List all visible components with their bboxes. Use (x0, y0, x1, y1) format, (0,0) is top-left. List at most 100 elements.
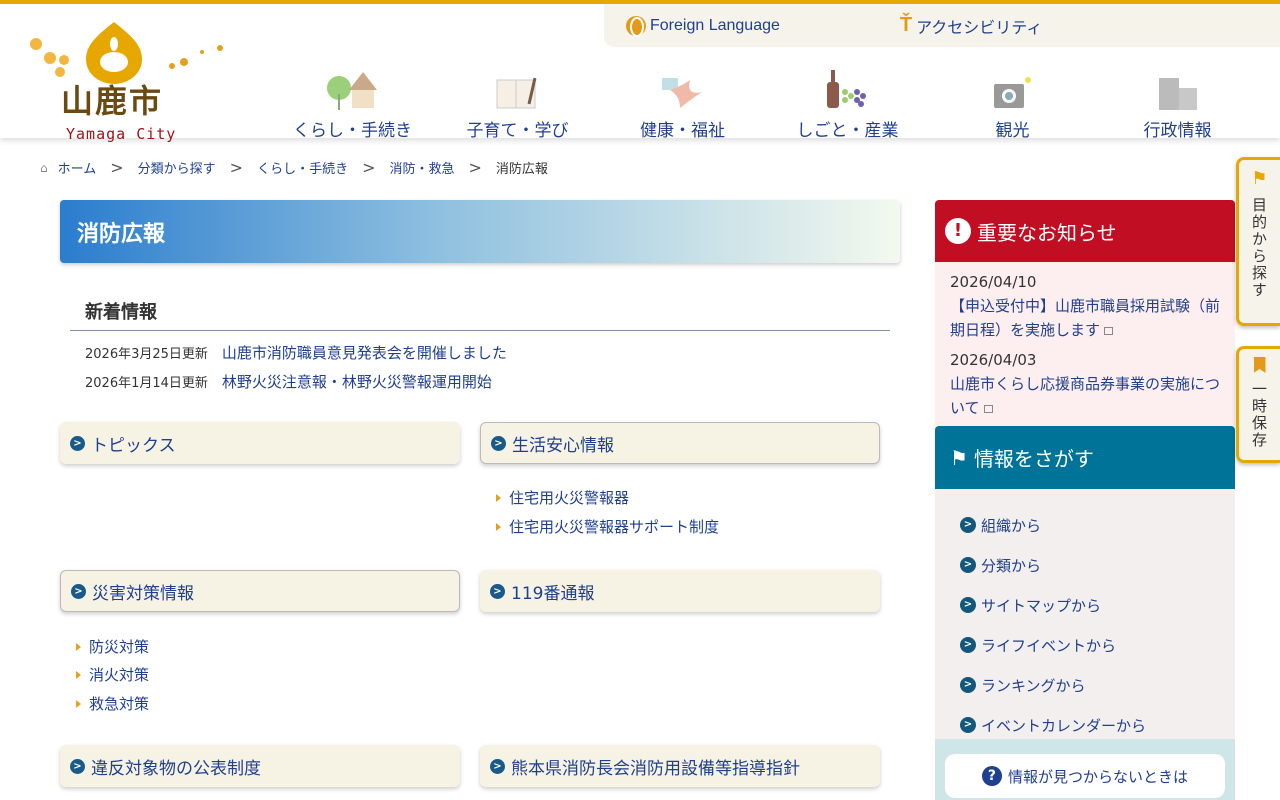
tab-label: 目的から探す (1250, 197, 1268, 299)
nav-kanko[interactable]: 観光 (930, 66, 1095, 141)
notice-link[interactable]: 山鹿市くらし応援商品券事業の実施について (950, 375, 1220, 417)
chevron-right-icon: > (960, 717, 976, 733)
important-notice-header: ! 重要なお知らせ (935, 200, 1235, 262)
logo-english: Yamaga City (66, 125, 177, 143)
find-by-organization[interactable]: > 組織から (935, 505, 1235, 545)
link-shoka[interactable]: 消火対策 (76, 664, 149, 685)
home-icon: ⌂ (40, 160, 48, 175)
section-ihan-kohyo[interactable]: > 違反対象物の公表制度 (60, 745, 460, 787)
important-notice-list: 2026/04/10 【申込受付中】山鹿市職員採用試験（前期日程）を実施します … (935, 262, 1235, 426)
nav-kurashi[interactable]: くらし・手続き (270, 66, 435, 141)
foreign-language-link[interactable]: Foreign Language (626, 15, 780, 37)
nav-kenko[interactable]: 健康・福祉 (600, 66, 765, 141)
find-info-header: ⚑ 情報をさがす (935, 426, 1235, 489)
notice-date: 2026/04/03 (950, 351, 1037, 369)
chevron-right-icon: > (71, 583, 86, 599)
nav-kosodate[interactable]: 子育て・学び (435, 66, 600, 141)
chevron-right-icon: > (491, 435, 506, 451)
triangle-bullet-icon (496, 493, 501, 502)
nav-shigoto[interactable]: しごと・産業 (765, 66, 930, 141)
find-label: ランキングから (981, 676, 1086, 695)
breadcrumb-shobo[interactable]: 消防・救急 (390, 158, 455, 177)
breadcrumb-home[interactable]: ホーム (58, 158, 97, 177)
nav-label: 観光 (995, 121, 1030, 141)
exclamation-icon: ! (945, 218, 971, 244)
link-label: 救急対策 (89, 695, 150, 713)
section-seikatsu-anshin[interactable]: > 生活安心情報 (480, 422, 880, 464)
page-title: 消防広報 (60, 200, 900, 263)
nav-gyosei[interactable]: 行政情報 (1095, 66, 1260, 141)
section-shidou-shishin[interactable]: > 熊本県消防長会消防用設備等指導指針 (480, 745, 880, 787)
breadcrumb-kurashi[interactable]: くらし・手続き (257, 158, 348, 177)
news-link[interactable]: 山鹿市消防職員意見発表会を開催しました (222, 342, 507, 363)
find-by-ranking[interactable]: > ランキングから (935, 665, 1235, 705)
nav-label: 子育て・学び (466, 121, 569, 141)
link-bosai[interactable]: 防災対策 (76, 636, 149, 657)
not-found-label: 情報が見つからないときは (1007, 767, 1188, 786)
site-header: 山鹿市 Yamaga City Foreign Language Ť アクセシビリ… (0, 4, 1280, 143)
nav-label: くらし・手続き (293, 121, 412, 141)
chevron-right-icon: > (960, 637, 976, 653)
news-date: 2026年1月14日更新 (85, 376, 208, 391)
nav-label: しごと・産業 (796, 121, 899, 141)
breadcrumb: ⌂ ホーム > 分類から探す > くらし・手続き > 消防・救急 > 消防広報 (40, 158, 548, 177)
breadcrumb-category[interactable]: 分類から探す (138, 158, 216, 177)
logo-text: 山鹿市 (61, 82, 164, 120)
link-kyukyu[interactable]: 救急対策 (76, 693, 149, 714)
link-label: 防災対策 (89, 638, 150, 656)
link-jutaku-keihoki[interactable]: 住宅用火災警報器 (496, 487, 629, 508)
find-info-list: > 組織から > 分類から > サイトマップから > ライフイベントから > ランキングか… (935, 489, 1235, 739)
flag-icon: ⚑ (1251, 168, 1268, 189)
link-label: 住宅用火災警報器サポート制度 (509, 518, 720, 536)
chevron-right-icon: > (960, 557, 976, 573)
section-saigai-taisaku[interactable]: > 災害対策情報 (60, 570, 460, 612)
main-nav: くらし・手続き 子育て・学び 健康・福祉 しごと・産業 観光 行政情報 (270, 66, 1260, 141)
find-heading: 情報をさがす (973, 447, 1094, 471)
link-label: 消火対策 (89, 666, 150, 684)
nav-label: 健康・福祉 (640, 121, 725, 141)
not-found-button[interactable]: ? 情報が見つからないときは (945, 754, 1225, 798)
triangle-bullet-icon (76, 642, 81, 651)
news-heading: 新着情報 (70, 298, 890, 331)
find-label: ライフイベントから (981, 636, 1117, 655)
chevron-right-icon: > (70, 435, 85, 451)
section-title: 119番通報 (511, 583, 595, 604)
section-title: 生活安心情報 (512, 435, 614, 456)
accessibility-link[interactable]: Ť アクセシビリティ (900, 14, 1042, 38)
chevron-right-icon: > (490, 758, 505, 774)
external-window-icon (1104, 327, 1114, 335)
globe-icon (626, 15, 646, 37)
bottle-grapes-icon (765, 66, 930, 110)
foreign-language-label: Foreign Language (650, 16, 780, 34)
triangle-bullet-icon (496, 522, 501, 531)
section-topics[interactable]: > トピックス (60, 422, 460, 464)
notice-link[interactable]: 【申込受付中】山鹿市職員採用試験（前期日程）を実施します (950, 297, 1220, 339)
news-link[interactable]: 林野火災注意報・林野火災警報運用開始 (222, 371, 492, 392)
flag-icon: ⚑ (950, 445, 968, 470)
purpose-search-tab[interactable]: ⚑ 目的から探す (1236, 157, 1280, 326)
chevron-right-icon: > (70, 758, 85, 774)
find-by-category[interactable]: > 分類から (935, 545, 1235, 585)
find-by-sitemap[interactable]: > サイトマップから (935, 585, 1235, 625)
link-keihoki-support[interactable]: 住宅用火災警報器サポート制度 (496, 516, 719, 537)
question-icon: ? (981, 766, 1002, 786)
chevron-right-icon: > (960, 597, 976, 613)
section-title: 災害対策情報 (92, 583, 194, 604)
breadcrumb-separator: > (229, 158, 244, 177)
bird-letter-icon (600, 66, 765, 110)
news-date: 2026年3月25日更新 (85, 347, 208, 362)
find-by-life-event[interactable]: > ライフイベントから (935, 625, 1235, 665)
house-tree-icon (270, 66, 435, 110)
news-item: 2026年3月25日更新 山鹿市消防職員意見発表会を開催しました (85, 342, 507, 363)
find-label: サイトマップから (981, 596, 1102, 615)
site-logo[interactable]: 山鹿市 Yamaga City (24, 14, 234, 143)
temporary-save-tab[interactable]: 一時保存 (1236, 346, 1280, 463)
breadcrumb-current: 消防広報 (495, 162, 548, 177)
section-title: 熊本県消防長会消防用設備等指導指針 (511, 758, 800, 779)
section-119[interactable]: >119番通報 (480, 570, 880, 612)
accessibility-label: アクセシビリティ (916, 19, 1043, 37)
breadcrumb-separator: > (468, 158, 482, 177)
bookmark-icon (1253, 357, 1266, 373)
find-label: 組織から (981, 516, 1042, 535)
find-label: 分類から (981, 556, 1042, 575)
